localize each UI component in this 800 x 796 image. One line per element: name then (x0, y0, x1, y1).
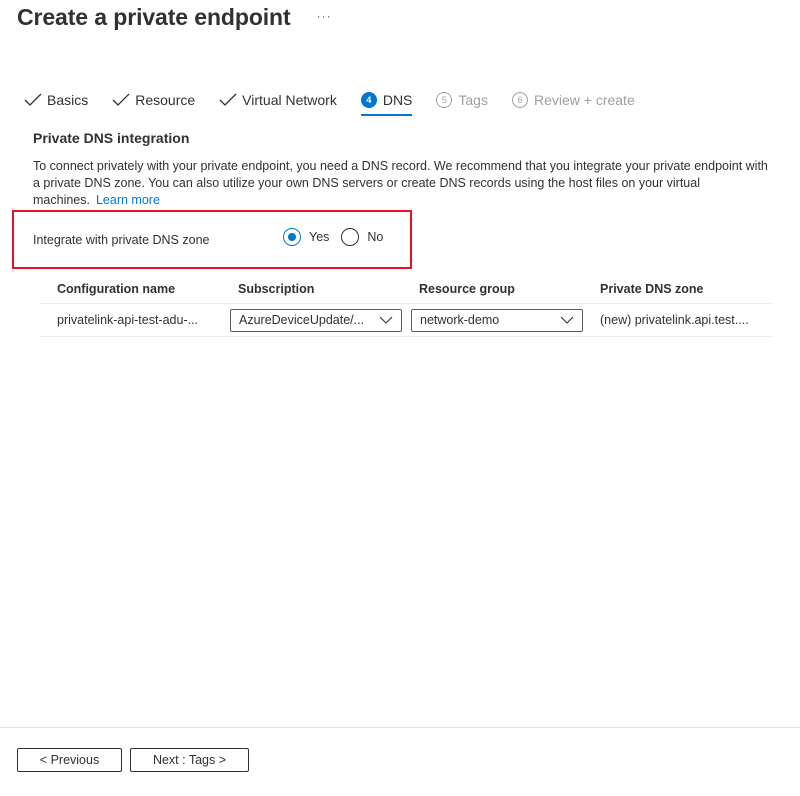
column-header: Configuration name (57, 281, 176, 296)
tab-review-create[interactable]: 6 Review + create (511, 87, 635, 113)
step-number-badge: 6 (511, 92, 528, 108)
radio-label: Yes (309, 230, 330, 244)
checkmark-icon (24, 93, 42, 106)
dropdown-value: AzureDeviceUpdate/... (239, 313, 365, 327)
title-row: Create a private endpoint ··· (17, 4, 332, 31)
column-header: Resource group (419, 281, 515, 296)
tab-label: Virtual Network (242, 92, 337, 108)
tab-resource[interactable]: Resource (112, 87, 195, 113)
section-title: Private DNS integration (33, 130, 190, 146)
step-number-badge: 4 (360, 92, 377, 108)
more-options-button[interactable]: ··· (317, 9, 332, 23)
step-number-badge: 5 (436, 92, 453, 108)
tab-virtual-network[interactable]: Virtual Network (219, 87, 337, 113)
radio-circle[interactable] (341, 228, 360, 246)
subscription-cell: AzureDeviceUpdate/... (222, 308, 403, 332)
radio-no[interactable]: No (341, 228, 383, 246)
tab-label: Resource (135, 92, 196, 108)
footer-divider (0, 727, 800, 728)
resource-group-dropdown[interactable]: network-demo (411, 308, 583, 332)
page-title: Create a private endpoint (17, 4, 291, 30)
checkmark-icon (112, 93, 130, 106)
column-header: Private DNS zone (600, 281, 704, 296)
private-dns-zone-cell: (new) privatelink.api.test.... (600, 313, 749, 327)
tab-basics[interactable]: Basics (24, 87, 88, 113)
chevron-down-icon (379, 316, 393, 324)
chevron-down-icon (560, 316, 574, 324)
configuration-name-cell: privatelink-api-test-adu-... (57, 313, 199, 327)
integrate-dns-radio-group: Yes No (283, 228, 395, 246)
radio-circle-selected[interactable] (283, 228, 301, 246)
grid-header: Configuration name Subscription Resource… (41, 274, 771, 304)
learn-more-link[interactable]: Learn more (96, 193, 160, 207)
next-tags-button[interactable]: Next : Tags > (130, 748, 249, 772)
section-description: To connect privately with your private e… (33, 158, 773, 209)
tab-label: Tags (458, 92, 488, 108)
subscription-dropdown[interactable]: AzureDeviceUpdate/... (230, 308, 402, 332)
table-row: privatelink-api-test-adu-... AzureDevice… (41, 304, 771, 337)
tab-dns[interactable]: 4 DNS (360, 87, 413, 116)
tab-tags[interactable]: 5 Tags (436, 87, 488, 113)
tab-label: DNS (382, 92, 413, 108)
resource-group-cell: network-demo (403, 308, 584, 332)
radio-label: No (367, 230, 384, 244)
column-header: Subscription (238, 281, 315, 296)
dns-config-grid: Configuration name Subscription Resource… (41, 274, 771, 337)
integrate-dns-label: Integrate with private DNS zone (33, 233, 210, 247)
radio-yes[interactable]: Yes (283, 228, 329, 246)
previous-button[interactable]: < Previous (17, 748, 122, 772)
tab-label: Review + create (533, 92, 635, 108)
dropdown-value: network-demo (420, 313, 500, 327)
tab-label: Basics (47, 92, 89, 108)
checkmark-icon (219, 93, 237, 106)
wizard-tabs: Basics Resource Virtual Network 4 DNS 5 … (24, 86, 659, 116)
